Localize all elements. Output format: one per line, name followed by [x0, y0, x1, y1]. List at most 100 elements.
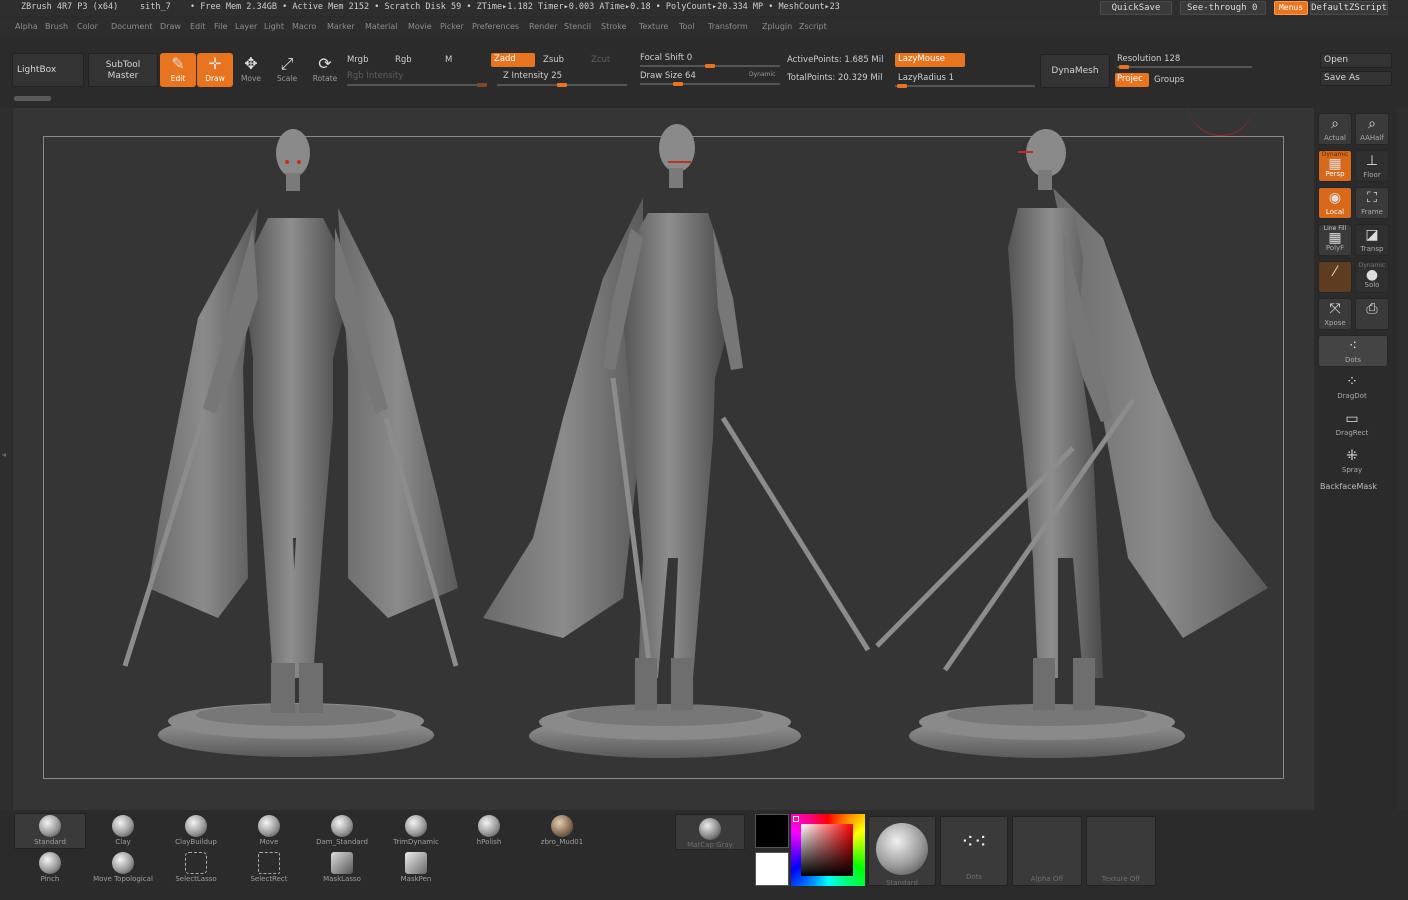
resolution-track[interactable] — [1117, 65, 1252, 69]
menus-button[interactable]: Menus — [1274, 1, 1308, 15]
tray-arrow-icon[interactable]: ◂ — [2, 450, 6, 459]
groups-button[interactable]: Groups — [1154, 75, 1184, 85]
menu-document[interactable]: Document — [111, 22, 152, 31]
zadd-button[interactable]: Zadd — [491, 53, 535, 67]
open-button[interactable]: Open — [1320, 53, 1392, 68]
brush-selectrect[interactable]: SelectRect — [234, 852, 304, 888]
m-button[interactable]: M — [445, 55, 452, 65]
solo-button[interactable]: Dynamic ● Solo — [1355, 261, 1389, 293]
alpha-slot[interactable]: Alpha Off — [1012, 816, 1082, 886]
lazyradius-slider[interactable]: LazyRadius 1 — [898, 73, 955, 83]
project-button[interactable]: Projec — [1115, 73, 1149, 87]
menu-macro[interactable]: Macro — [292, 22, 316, 31]
color-picker-marker[interactable] — [793, 816, 799, 822]
menu-preferences[interactable]: Preferences — [472, 22, 519, 31]
draw-size-slider[interactable]: Draw Size 64 — [640, 71, 696, 81]
edit-mode-button[interactable]: ✎ Edit — [160, 53, 196, 87]
scale-mode-button[interactable]: ⤢ Scale — [269, 53, 305, 87]
z-intensity-track[interactable] — [497, 83, 627, 87]
dynamesh-button[interactable]: DynaMesh — [1040, 54, 1110, 88]
menu-file[interactable]: File — [214, 22, 227, 31]
brush-clay[interactable]: Clay — [88, 815, 158, 851]
right-tray[interactable] — [1397, 108, 1408, 810]
stroke-dragrect-button[interactable]: ▭ DragRect — [1335, 409, 1369, 441]
current-stroke-slot[interactable]: ⁖⁖ Dots — [940, 816, 1008, 886]
draw-mode-button[interactable]: ✛ Draw — [197, 53, 233, 87]
menu-tool[interactable]: Tool — [679, 22, 695, 31]
menu-color[interactable]: Color — [77, 22, 98, 31]
move-mode-button[interactable]: ✥ Move — [233, 53, 269, 87]
brush-move[interactable]: Move — [234, 815, 304, 851]
brush-pinch[interactable]: Pinch — [15, 852, 85, 888]
menu-alpha[interactable]: Alpha — [15, 22, 38, 31]
local-button[interactable]: ◉ Local — [1318, 187, 1352, 219]
quicksave-button[interactable]: QuickSave — [1100, 1, 1172, 15]
stroke-spray-button[interactable]: ⁜ Spray — [1335, 446, 1369, 478]
brush-move-topological[interactable]: Move Topological — [88, 852, 158, 888]
draw-size-track[interactable] — [640, 82, 780, 86]
lazymouse-button[interactable]: LazyMouse — [895, 53, 965, 67]
menu-draw[interactable]: Draw — [160, 22, 181, 31]
menu-movie[interactable]: Movie — [408, 22, 432, 31]
menu-edit[interactable]: Edit — [190, 22, 206, 31]
menu-zscript[interactable]: Zscript — [799, 22, 827, 31]
floor-button[interactable]: ⊥ Floor — [1355, 150, 1389, 182]
aahalf-button[interactable]: ⌕ AAHalf — [1355, 113, 1389, 145]
focal-shift-slider[interactable]: Focal Shift 0 — [640, 53, 692, 63]
default-zscript-button[interactable]: DefaultZScript — [1310, 1, 1388, 15]
save-as-button[interactable]: Save As — [1320, 71, 1392, 86]
brush-trimdynamic[interactable]: TrimDynamic — [381, 815, 451, 851]
polyf-button[interactable]: Line Fill ▦ PolyF — [1318, 224, 1352, 256]
mrgb-button[interactable]: Mrgb — [347, 55, 368, 65]
zcut-button[interactable]: Zcut — [591, 55, 610, 65]
actual-button[interactable]: ⌕ Actual — [1318, 113, 1352, 145]
dynamic-toggle[interactable]: Dynamic — [749, 71, 775, 78]
material-matcap-gray[interactable]: MatCap Gray — [675, 814, 745, 850]
current-brush-slot[interactable]: Standard — [868, 816, 936, 887]
subtool-master-button[interactable]: SubTool Master — [88, 53, 158, 87]
menu-layer[interactable]: Layer — [235, 22, 257, 31]
zsub-button[interactable]: Zsub — [543, 55, 564, 65]
menu-render[interactable]: Render — [529, 22, 557, 31]
menu-zplugin[interactable]: Zplugin — [762, 22, 792, 31]
brush-selectlasso[interactable]: SelectLasso — [161, 852, 231, 888]
resolution-slider[interactable]: Resolution 128 — [1117, 54, 1180, 64]
stroke-dragdot-button[interactable]: ⁘ DragDot — [1335, 372, 1369, 404]
persp-button[interactable]: Dynamic ▦ Persp — [1318, 150, 1352, 182]
z-intensity-slider[interactable]: Z Intensity 25 — [503, 71, 562, 81]
secondary-color-swatch[interactable] — [755, 852, 789, 886]
menu-marker[interactable]: Marker — [327, 22, 355, 31]
frame-button[interactable]: ⛶ Frame — [1355, 187, 1389, 219]
color-picker-square[interactable] — [801, 824, 853, 876]
menu-material[interactable]: Material — [365, 22, 398, 31]
rgb-intensity-track[interactable] — [347, 83, 487, 87]
brush-standard[interactable]: Standard — [15, 815, 85, 851]
lightbox-button[interactable]: LightBox — [12, 53, 84, 87]
menu-stencil[interactable]: Stencil — [564, 22, 591, 31]
menu-light[interactable]: Light — [264, 22, 284, 31]
menu-brush[interactable]: Brush — [45, 22, 68, 31]
brush-masklasso[interactable]: MaskLasso — [307, 852, 377, 888]
rgb-intensity-slider[interactable]: Rgb Intensity — [347, 71, 403, 81]
texture-slot[interactable]: Texture Off — [1086, 816, 1156, 886]
menu-picker[interactable]: Picker — [440, 22, 464, 31]
brush-hpolish[interactable]: hPolish — [454, 815, 524, 851]
backface-mask-button[interactable]: BackfaceMask — [1320, 482, 1377, 491]
brush-claybuildup[interactable]: ClayBuildup — [161, 815, 231, 851]
menu-transform[interactable]: Transform — [708, 22, 748, 31]
brush-dam-standard[interactable]: Dam_Standard — [307, 815, 377, 851]
tray-handle[interactable] — [14, 96, 51, 101]
xpose-button[interactable]: ⤧ Xpose — [1318, 298, 1352, 330]
rotate-mode-button[interactable]: ⟳ Rotate — [307, 53, 343, 87]
brush-maskpen[interactable]: MaskPen — [381, 852, 451, 888]
see-through-slider[interactable]: See-through 0 — [1180, 1, 1266, 15]
color-picker-ring[interactable] — [791, 814, 865, 886]
menu-stroke[interactable]: Stroke — [601, 22, 627, 31]
focal-shift-track[interactable] — [640, 64, 780, 68]
left-tray[interactable]: ◂ — [0, 108, 12, 810]
brush-zbro-mud01[interactable]: zbro_Mud01 — [527, 815, 597, 851]
ghost-button[interactable]: ⁄ — [1318, 261, 1352, 293]
snapshot-button[interactable]: ⎙ — [1355, 298, 1389, 330]
lazyradius-track[interactable] — [895, 84, 1035, 88]
rgb-button[interactable]: Rgb — [395, 55, 412, 65]
